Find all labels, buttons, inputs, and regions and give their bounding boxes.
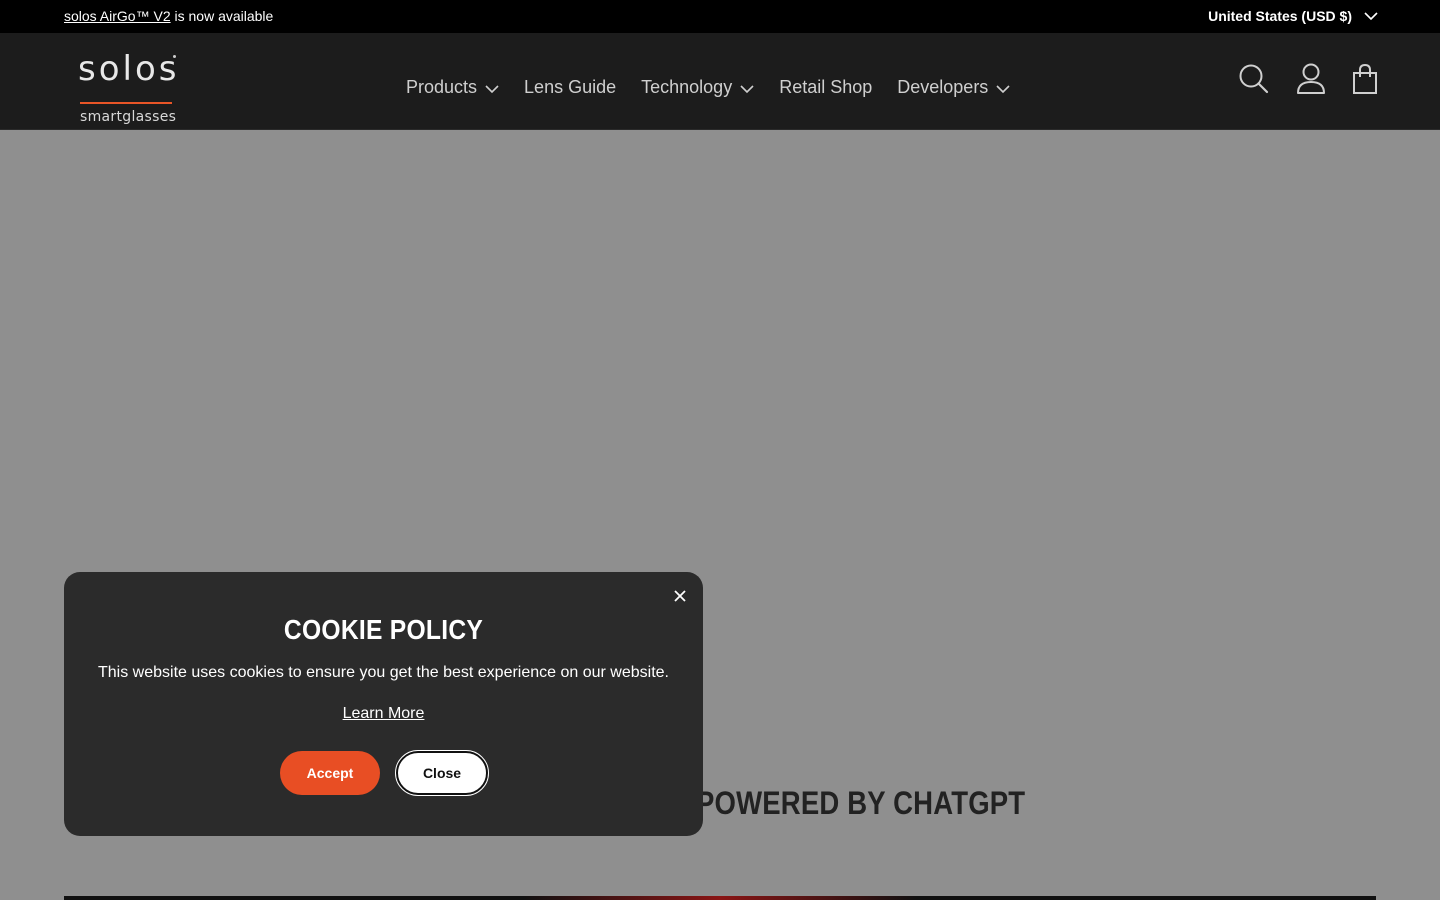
cookie-buttons: Accept Close: [280, 750, 489, 796]
nav-products[interactable]: Products: [406, 77, 499, 98]
currency-selector[interactable]: United States (USD $): [1208, 8, 1378, 24]
nav-retail-shop[interactable]: Retail Shop: [779, 77, 872, 98]
cookie-learn-more: Learn More: [64, 705, 703, 723]
nav-technology[interactable]: Technology: [641, 77, 754, 98]
header-icons: [1212, 63, 1378, 95]
nav-developers[interactable]: Developers: [897, 77, 1010, 98]
chevron-down-icon: [740, 84, 754, 93]
nav-developers-label: Developers: [897, 77, 989, 97]
logo-rule: [80, 102, 172, 104]
chevron-down-icon: [996, 84, 1010, 93]
announcement-bar: solos AirGo™ V2 is now available United …: [0, 0, 1440, 33]
nav-lens-guide[interactable]: Lens Guide: [524, 77, 616, 98]
hero-heading: POWERED BY CHATGPT: [696, 785, 1026, 821]
bag-icon[interactable]: [1352, 63, 1378, 95]
section-divider: [64, 896, 1376, 900]
announcement-text: is now available: [170, 8, 274, 24]
cookie-title: COOKIE POLICY: [283, 614, 484, 645]
chevron-down-icon: [1364, 11, 1378, 20]
nav-technology-label: Technology: [641, 77, 733, 97]
logo-sub: smartglasses: [80, 109, 177, 125]
logo-word: solos: [78, 49, 180, 89]
announcement-link[interactable]: solos AirGo™ V2: [64, 8, 171, 24]
nav-products-label: Products: [406, 77, 478, 97]
nav-lens-guide-label: Lens Guide: [524, 77, 617, 97]
user-icon[interactable]: [1296, 63, 1326, 95]
nav-retail-shop-label: Retail Shop: [779, 77, 873, 97]
close-button[interactable]: Close: [395, 750, 489, 796]
solos-logo[interactable]: solos smartglasses: [78, 49, 180, 125]
cookie-text: This website uses cookies to ensure you …: [98, 664, 669, 681]
main-nav: Products Lens Guide Technology Retail Sh…: [406, 77, 1035, 98]
currency-label: United States (USD $): [1208, 8, 1352, 24]
close-icon[interactable]: [673, 589, 687, 603]
accept-button[interactable]: Accept: [280, 751, 380, 795]
chevron-down-icon: [485, 84, 499, 93]
logo-dot: [173, 55, 176, 58]
search-icon[interactable]: [1238, 63, 1270, 95]
cookie-popup: COOKIE POLICY This website uses cookies …: [64, 572, 703, 836]
announcement-message: solos AirGo™ V2 is now available: [64, 8, 273, 24]
learn-more-link[interactable]: Learn More: [343, 705, 425, 722]
site-header: solos smartglasses Products Lens Guide T…: [0, 33, 1440, 130]
